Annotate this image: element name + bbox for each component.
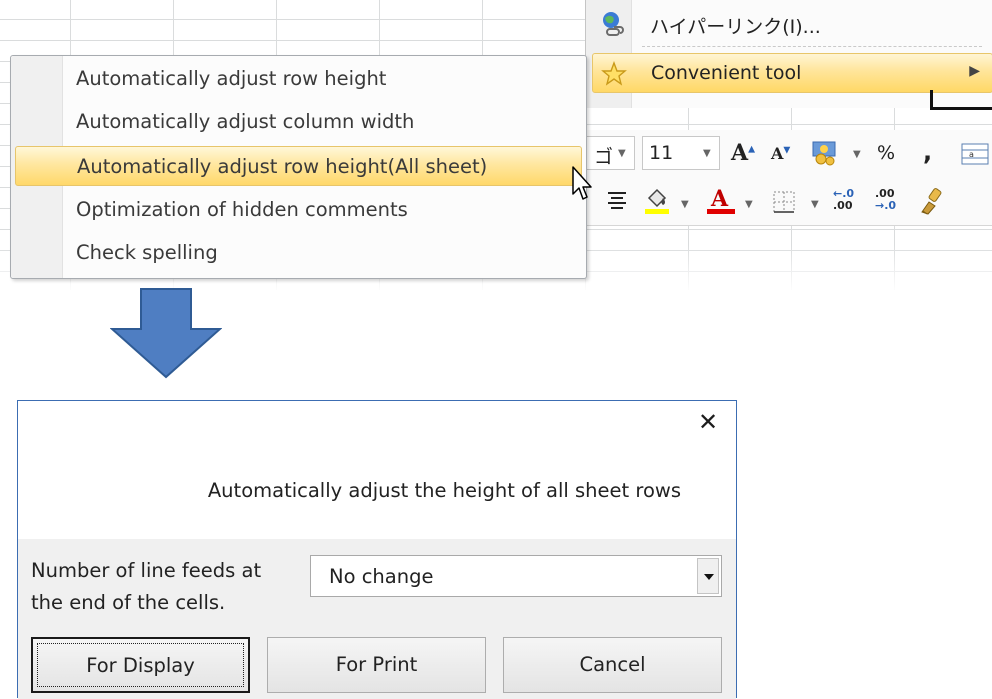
font-name-dropdown-icon[interactable]: ▼ xyxy=(618,148,626,159)
star-icon xyxy=(601,61,627,87)
line-feeds-label: Number of line feeds at the end of the c… xyxy=(31,555,291,619)
line-feeds-label-line-2: the end of the cells. xyxy=(31,591,226,614)
line-feeds-label-line-1: Number of line feeds at xyxy=(31,559,262,582)
svg-text:a: a xyxy=(969,150,974,159)
borders-icon[interactable] xyxy=(771,189,797,219)
menu-item-hyperlink[interactable]: ハイパーリンク(I)... xyxy=(592,4,992,44)
submenu-item-check-spelling[interactable]: Check spelling xyxy=(15,233,582,273)
chevron-down-icon[interactable] xyxy=(697,558,719,594)
submenu-item-optimize-hidden-comments[interactable]: Optimization of hidden comments xyxy=(15,190,582,230)
dialog-message: Automatically adjust the height of all s… xyxy=(207,479,681,502)
shrink-font-icon[interactable]: A▼ xyxy=(771,144,790,163)
percent-style-button[interactable]: % xyxy=(877,142,895,164)
submenu-item-label: Optimization of hidden comments xyxy=(76,198,408,221)
submenu-item-label: Automatically adjust row height(All shee… xyxy=(77,155,488,178)
grow-font-icon[interactable]: A▲ xyxy=(731,140,755,166)
font-name-box[interactable]: ゴ ▼ xyxy=(581,136,635,170)
align-center-icon[interactable] xyxy=(605,188,629,216)
for-print-button-label: For Print xyxy=(335,653,418,676)
font-size-value: 11 xyxy=(649,142,674,164)
submenu-item-adjust-row-height-all-sheet[interactable]: Automatically adjust row height(All shee… xyxy=(15,146,582,186)
dialog-header-area: ✕ Automatically adjust the height of all… xyxy=(18,401,736,539)
cancel-button[interactable]: Cancel xyxy=(503,637,722,693)
accounting-dropdown-icon[interactable]: ▼ xyxy=(853,149,861,160)
font-color-glyph: A xyxy=(710,186,729,212)
dialog-body: Number of line feeds at the end of the c… xyxy=(18,539,736,699)
fill-color-dropdown-icon[interactable]: ▼ xyxy=(681,199,689,210)
adjust-row-height-dialog: ✕ Automatically adjust the height of all… xyxy=(17,400,737,699)
submenu-item-label: Automatically adjust column width xyxy=(76,110,415,133)
decrease-decimal-icon[interactable]: .00 →.0 xyxy=(875,188,911,212)
convenient-tool-submenu: Automatically adjust row height Automati… xyxy=(10,55,587,279)
font-color-icon[interactable]: A xyxy=(705,184,737,220)
cancel-button-label: Cancel xyxy=(579,653,646,676)
merge-center-icon[interactable]: a xyxy=(961,142,989,170)
font-name-value: ゴ xyxy=(594,146,614,168)
down-arrow-icon xyxy=(110,288,222,379)
menu-item-hyperlink-label: ハイパーリンク(I)... xyxy=(650,16,821,38)
hyperlink-icon xyxy=(600,11,626,37)
for-display-button-label: For Display xyxy=(86,654,195,677)
accounting-format-icon[interactable] xyxy=(811,138,841,170)
increase-decimal-icon[interactable]: ←.0 .00 xyxy=(833,188,869,212)
submenu-item-adjust-column-width[interactable]: Automatically adjust column width xyxy=(15,102,582,142)
mouse-cursor-icon xyxy=(572,166,592,200)
submenu-item-label: Automatically adjust row height xyxy=(76,67,387,90)
comma-style-button[interactable]: , xyxy=(923,138,932,166)
for-print-button[interactable]: For Print xyxy=(267,637,486,693)
font-color-dropdown-icon[interactable]: ▼ xyxy=(745,199,753,210)
mini-toolbar: ゴ ▼ 11 ▼ A▲ A▼ ▼ % , a ▼ A ▼ ▼ ←.0 .00 .… xyxy=(581,130,992,226)
format-painter-icon[interactable] xyxy=(917,186,947,220)
font-size-box[interactable]: 11 ▼ xyxy=(642,136,720,170)
close-icon[interactable]: ✕ xyxy=(693,407,723,437)
submenu-arrow-icon: ▶ xyxy=(969,63,980,79)
menu-item-convenient-tool[interactable]: Convenient tool ▶ xyxy=(592,53,992,93)
fill-color-icon[interactable] xyxy=(643,186,671,220)
menu-separator xyxy=(642,46,982,47)
for-display-button[interactable]: For Display xyxy=(31,637,250,693)
submenu-item-label: Check spelling xyxy=(76,241,218,264)
menu-item-convenient-tool-label: Convenient tool xyxy=(651,62,802,84)
font-size-dropdown-icon[interactable]: ▼ xyxy=(703,148,711,159)
line-feeds-select-value: No change xyxy=(329,565,434,588)
borders-dropdown-icon[interactable]: ▼ xyxy=(811,199,819,210)
submenu-item-adjust-row-height[interactable]: Automatically adjust row height xyxy=(15,59,582,99)
line-feeds-select[interactable]: No change xyxy=(310,555,722,597)
selected-cell-border xyxy=(930,90,992,110)
